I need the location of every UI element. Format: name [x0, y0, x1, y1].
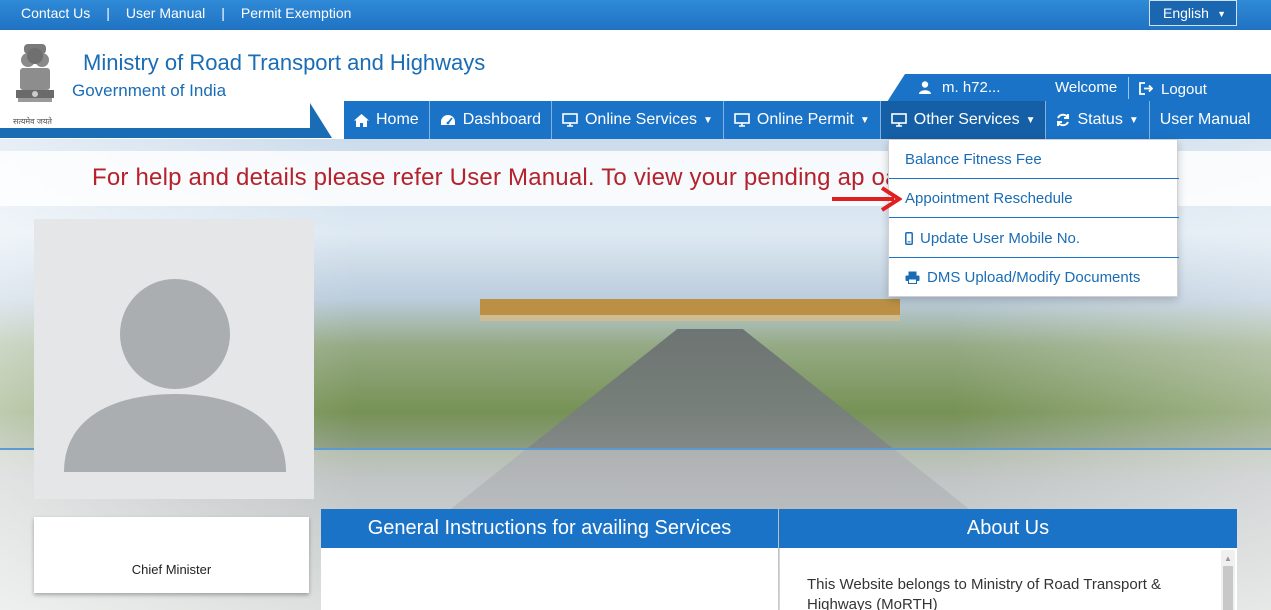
separator: | — [221, 5, 225, 21]
avatar-icon — [64, 279, 286, 472]
profile-caption-card — [34, 517, 309, 593]
permit-exemption-link[interactable]: Permit Exemption — [241, 5, 351, 21]
instructions-panel-title: General Instructions for availing Servic… — [367, 517, 732, 539]
caret-down-icon: ▼ — [859, 114, 870, 126]
nav-status[interactable]: Status ▼ — [1046, 101, 1150, 139]
instructions-panel-header: General Instructions for availing Servic… — [321, 509, 778, 548]
username: m. h72... — [942, 79, 1001, 96]
site-title[interactable]: Ministry of Road Transport and Highways — [83, 50, 485, 76]
red-arrow-annotation-icon — [832, 186, 902, 212]
nav-dashboard-label: Dashboard — [462, 111, 541, 128]
logout-link[interactable]: Logout — [1161, 81, 1207, 98]
notice-marquee-text: For help and details please refer User M… — [92, 164, 936, 191]
nav-home-label: Home — [376, 111, 419, 128]
other-services-dropdown: Balance Fitness Fee Appointment Reschedu… — [888, 139, 1179, 297]
nav-home[interactable]: Home — [344, 101, 430, 139]
caret-down-icon: ▼ — [1128, 114, 1139, 126]
monitor-icon — [562, 113, 578, 127]
separator: | — [106, 5, 110, 21]
nav-user-manual-label: User Manual — [1159, 111, 1251, 128]
main-nav: Home Dashboard Online Services ▼ Online … — [344, 101, 1271, 139]
dashboard-icon — [440, 114, 456, 127]
dropdown-item-label: Balance Fitness Fee — [905, 150, 1042, 168]
monitor-icon — [890, 113, 907, 127]
dropdown-item-label: DMS Upload/Modify Documents — [927, 269, 1141, 286]
nav-online-permit-label: Online Permit — [756, 111, 854, 128]
instructions-panel-body — [321, 548, 778, 610]
home-icon — [354, 113, 369, 127]
caret-down-icon: ▼ — [703, 114, 713, 126]
nav-other-services-label: Other Services — [913, 111, 1020, 128]
logout-icon[interactable] — [1139, 82, 1153, 95]
refresh-icon — [1056, 113, 1070, 127]
dropdown-item-update-mobile[interactable]: Update User Mobile No. — [889, 219, 1179, 258]
national-emblem-icon — [16, 44, 54, 102]
about-scrollbar[interactable]: ▲ — [1221, 550, 1235, 610]
mobile-icon — [905, 231, 913, 245]
user-manual-link[interactable]: User Manual — [126, 5, 205, 21]
nav-other-services[interactable]: Other Services ▼ — [880, 101, 1047, 139]
contact-us-link[interactable]: Contact Us — [21, 5, 90, 21]
printer-icon — [905, 271, 920, 284]
site-subtitle: Government of India — [72, 81, 227, 100]
dropdown-item-dms-upload[interactable]: DMS Upload/Modify Documents — [889, 258, 1179, 297]
language-selected: English — [1163, 5, 1209, 21]
user-icon — [919, 81, 931, 94]
caret-down-icon: ▼ — [1025, 114, 1036, 126]
about-text: This Website belongs to Ministry of Road… — [807, 576, 1162, 610]
monitor-icon — [734, 113, 750, 127]
scrollbar-thumb[interactable] — [1223, 566, 1233, 610]
profile-photo-placeholder — [34, 219, 314, 499]
language-select[interactable]: English ▼ — [1149, 0, 1237, 26]
dropdown-item-balance-fitness-fee[interactable]: Balance Fitness Fee — [889, 140, 1179, 179]
dropdown-item-label: Appointment Reschedule — [905, 189, 1073, 207]
caret-down-icon: ▼ — [1217, 9, 1226, 19]
nav-dashboard[interactable]: Dashboard — [430, 101, 552, 139]
top-links: Contact Us | User Manual | Permit Exempt… — [0, 0, 351, 26]
user-bar: m. h72... Welcome Logout — [887, 74, 1271, 102]
nav-status-label: Status — [1077, 111, 1123, 128]
divider — [1128, 77, 1129, 99]
nav-online-services[interactable]: Online Services ▼ — [552, 101, 724, 139]
dropdown-item-label: Update User Mobile No. — [920, 229, 1081, 247]
nav-online-permit[interactable]: Online Permit ▼ — [724, 101, 881, 139]
dropdown-item-appointment-reschedule[interactable]: Appointment Reschedule — [889, 179, 1179, 218]
about-panel-title: About Us — [966, 517, 1050, 539]
emblem-motto: सत्यमेव जयते — [13, 117, 52, 126]
about-panel-header: About Us — [779, 509, 1237, 548]
nav-user-manual[interactable]: User Manual — [1150, 101, 1261, 139]
header-stripe — [0, 103, 332, 138]
scroll-up-icon[interactable]: ▲ — [1224, 554, 1232, 563]
top-utility-bar: Contact Us | User Manual | Permit Exempt… — [0, 0, 1271, 30]
welcome-label: Welcome — [1055, 79, 1118, 96]
nav-online-services-label: Online Services — [584, 111, 698, 128]
profile-caption: Chief Minister — [131, 562, 212, 577]
